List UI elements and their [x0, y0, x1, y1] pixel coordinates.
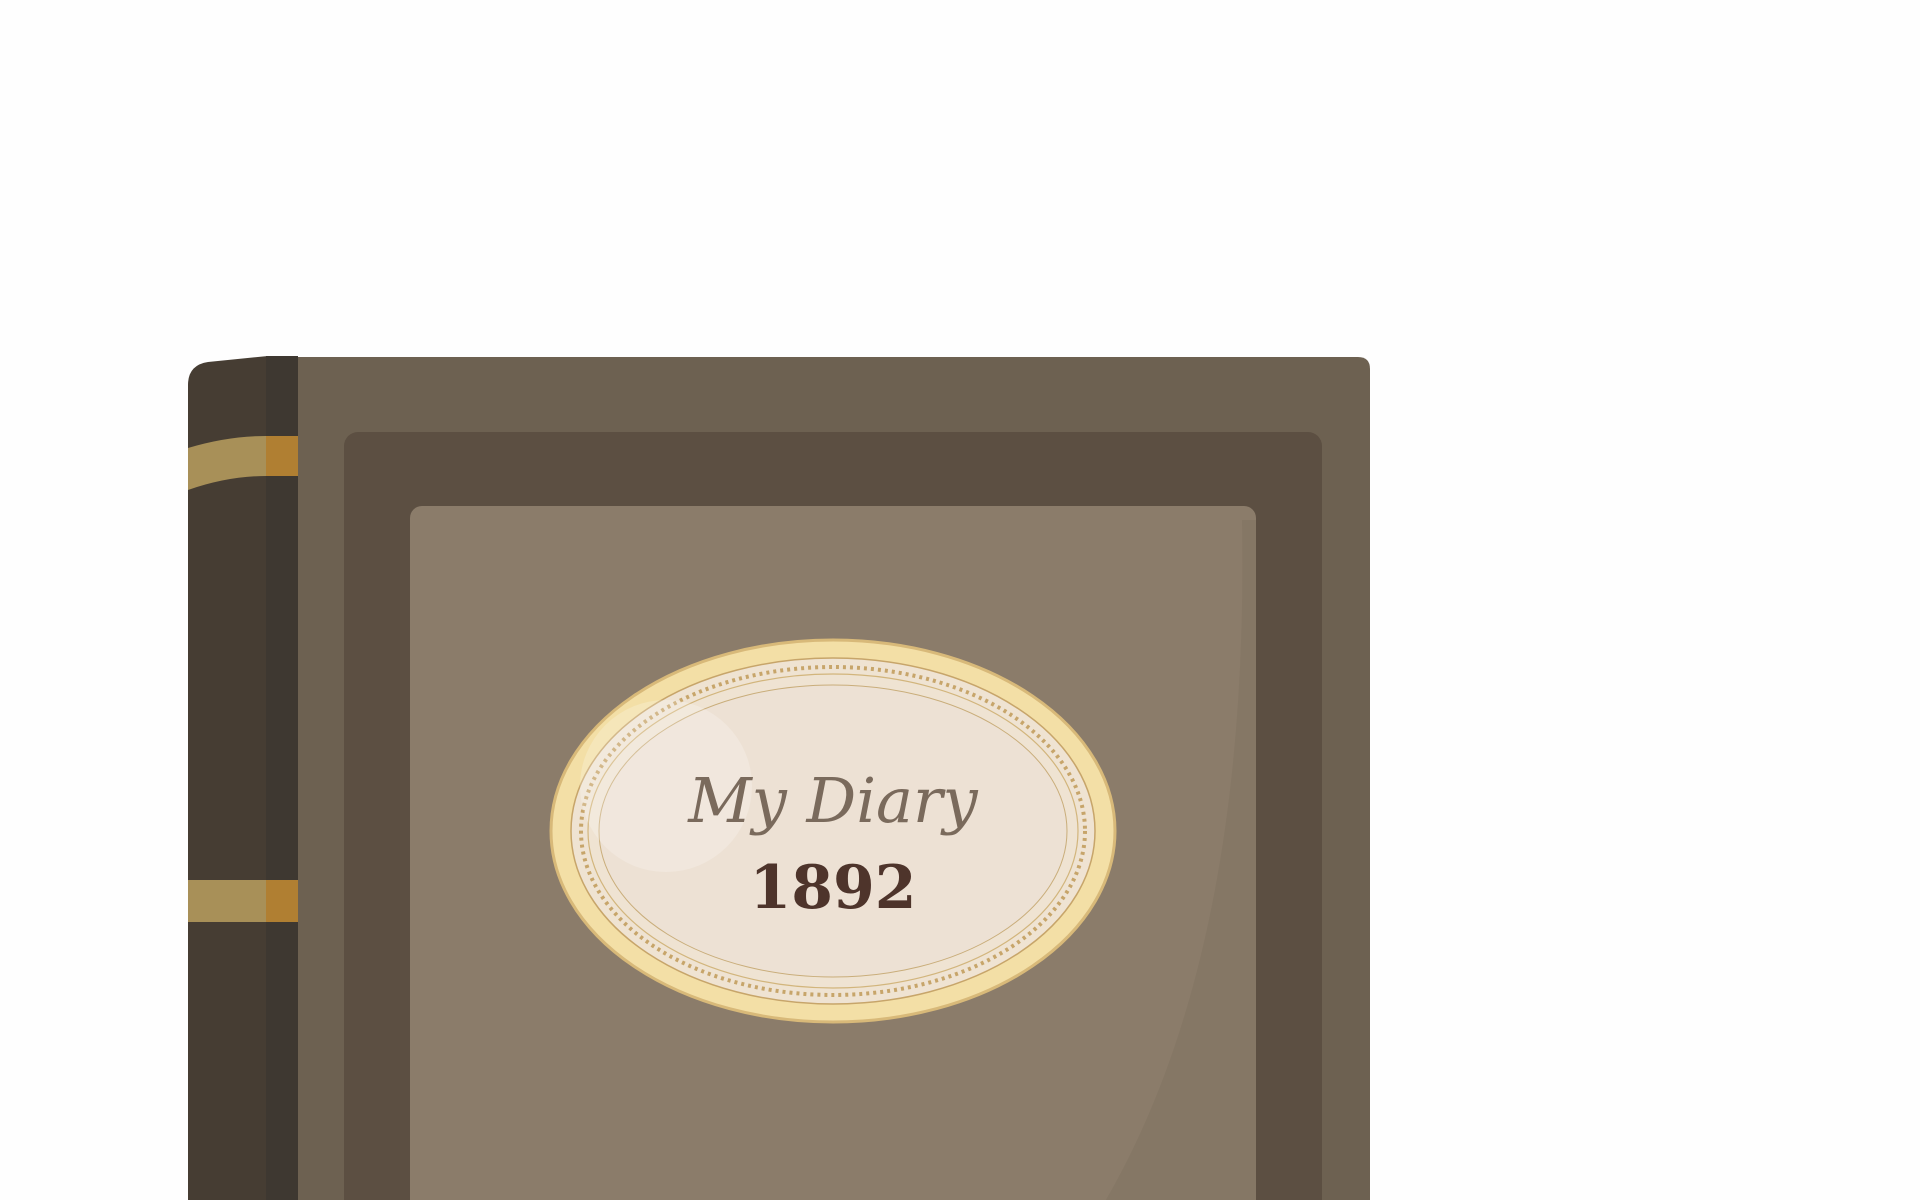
title-label: My Diary 1892: [549, 638, 1117, 1024]
spine-band-bottom: [188, 880, 266, 922]
book-year: 1892: [750, 853, 917, 923]
book-cover-drawing: My Diary 1892: [188, 356, 1370, 1200]
diary-illustration: My Diary 1892: [0, 0, 1920, 1200]
book-spine: [188, 356, 298, 1200]
book-title: My Diary: [687, 764, 978, 837]
